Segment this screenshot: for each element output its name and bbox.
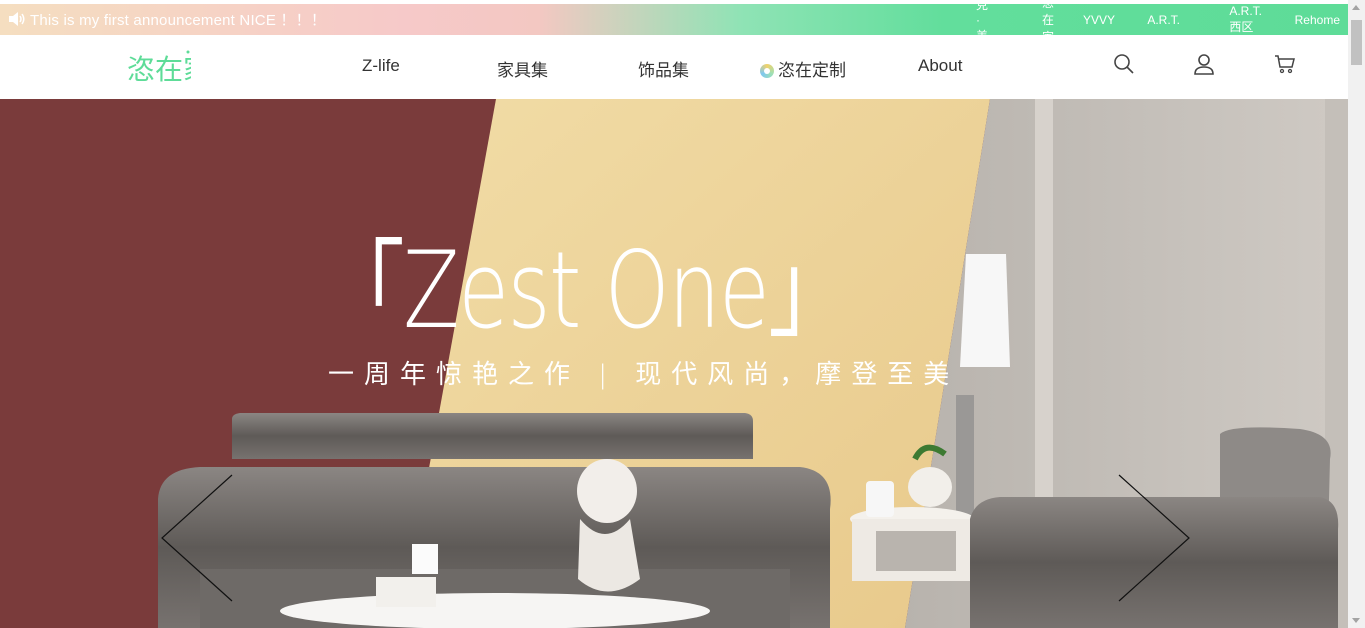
top-link-rehome[interactable]: Rehome [1295,13,1340,27]
top-link-art-west[interactable]: A.R.T.西区 [1229,4,1262,35]
scrollbar-thumb[interactable] [1351,20,1362,65]
svg-text:恣在家: 恣在家 [127,53,191,86]
nav-item-furniture[interactable]: 家具集 [497,56,548,81]
speaker-icon [9,12,25,26]
cart-icon[interactable] [1273,52,1297,76]
scroll-up-icon[interactable] [1352,5,1360,10]
search-icon[interactable] [1112,52,1136,76]
vertical-scrollbar[interactable] [1348,0,1365,628]
nav-item-z-life[interactable]: Z-life [362,56,400,76]
main-header: 恣在家 Z-life 家具集 饰品集 恣在定制 About [0,35,1348,99]
top-link-art[interactable]: A.R.T. [1147,13,1180,27]
nav-item-custom-label: 恣在定制 [778,61,846,80]
brand-logo[interactable]: 恣在家 [127,49,191,87]
user-icon[interactable] [1192,52,1216,76]
announcement-text: This is my first announcement NICE ！！！ [30,12,327,29]
next-slide-arrow[interactable] [1117,473,1192,603]
hero-subtitle: 一周年惊艳之作 | 现代风尚，摩登至美 [328,360,960,390]
nav-item-about[interactable]: About [918,56,962,76]
hero-banner: 「Zest One」 一周年惊艳之作 | 现代风尚，摩登至美 [0,99,1348,628]
hero-title: 「Zest One」 [322,229,851,352]
announcement-bar: This is my first announcement NICE ！！！ 美… [0,0,1348,60]
nav-item-custom[interactable]: 恣在定制 [760,56,846,81]
top-link-yvvy[interactable]: YVVY [1083,13,1115,27]
nav-item-decor[interactable]: 饰品集 [638,56,689,81]
prev-slide-arrow[interactable] [160,473,235,603]
custom-ring-icon [760,64,774,78]
scroll-down-icon[interactable] [1352,618,1360,623]
